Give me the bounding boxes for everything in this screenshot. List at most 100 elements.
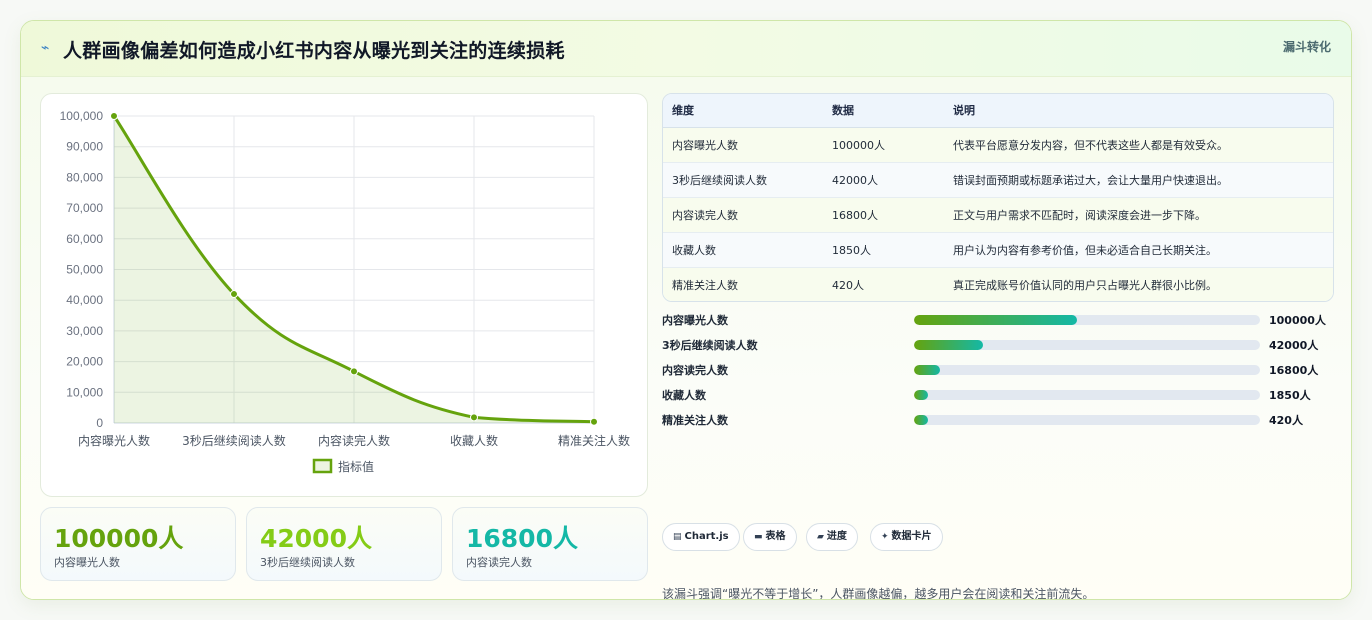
table-cell: 代表平台愿意分发内容，但不代表这些人都是有效受众。 [953, 138, 1228, 152]
table-icon: ▬ [754, 532, 763, 542]
table-cell: 用户认为内容有参考价值，但未必适合自己长期关注。 [953, 243, 1217, 257]
card-header: ⌁ 人群画像偏差如何造成小红书内容从曝光到关注的连续损耗 漏斗转化 [21, 21, 1351, 77]
progress-fill [914, 415, 928, 425]
stat-value: 16800人 [466, 524, 578, 553]
data-point [590, 417, 598, 426]
table-row: 3秒后继续阅读人数 42000人 错误封面预期或标题承诺过大，会让大量用户快速退… [663, 162, 1333, 197]
progress-value: 16800人 [1269, 364, 1319, 377]
progress-row: 收藏人数 1850人 [662, 385, 1334, 405]
line-chart: 0 10,000 20,000 30,000 40,000 50,000 60,000 70,… [60, 109, 630, 474]
stat-label: 内容曝光人数 [54, 556, 120, 569]
data-table: 维度 数据 说明 内容曝光人数 100000人 代表平台愿意分发内容，但不代表这… [662, 93, 1334, 302]
tag-table[interactable]: ▬ 表格 [743, 523, 797, 551]
data-point [470, 413, 478, 422]
progress-value: 1850人 [1269, 389, 1311, 402]
progress-track [914, 415, 1260, 425]
table-cell: 正文与用户需求不匹配时，阅读深度会进一步下降。 [953, 208, 1206, 222]
y-tick-label: 70,000 [66, 201, 103, 215]
table-row: 收藏人数 1850人 用户认为内容有参考价值，但未必适合自己长期关注。 [663, 232, 1333, 267]
progress-value: 420人 [1269, 414, 1303, 427]
y-tick-label: 80,000 [66, 170, 103, 184]
funnel-card: ⌁ 人群画像偏差如何造成小红书内容从曝光到关注的连续损耗 漏斗转化 0 10,00… [20, 20, 1352, 600]
table-row: 精准关注人数 420人 真正完成账号价值认同的用户只占曝光人群很小比例。 [663, 267, 1333, 301]
y-tick-label: 0 [96, 416, 103, 430]
progress-track [914, 340, 1260, 350]
stat-label: 内容读完人数 [466, 556, 532, 569]
progress-label: 收藏人数 [662, 389, 706, 402]
y-tick-label: 30,000 [66, 324, 103, 338]
progress-value: 42000人 [1269, 339, 1319, 352]
stat-card: 16800人 内容读完人数 [452, 507, 648, 581]
y-tick-label: 100,000 [60, 109, 104, 123]
progress-track [914, 365, 1260, 375]
table-row: 内容曝光人数 100000人 代表平台愿意分发内容，但不代表这些人都是有效受众。 [663, 127, 1333, 162]
x-tick-label: 内容曝光人数 [78, 433, 150, 448]
table-cell: 100000人 [832, 138, 885, 152]
progress-value: 100000人 [1269, 314, 1326, 327]
table-cell: 内容读完人数 [672, 208, 738, 222]
progress-row: 精准关注人数 420人 [662, 410, 1334, 430]
tag-label: 表格 [765, 531, 786, 542]
chart-panel: 0 10,000 20,000 30,000 40,000 50,000 60,000 70,… [40, 93, 648, 497]
table-cell: 精准关注人数 [672, 278, 738, 292]
progress-row: 内容读完人数 16800人 [662, 360, 1334, 380]
tag-chartjs[interactable]: ▤ Chart.js [662, 523, 740, 551]
progress-fill [914, 340, 984, 350]
y-tick-label: 60,000 [66, 232, 103, 246]
x-tick-label: 精准关注人数 [558, 433, 630, 448]
legend-swatch [312, 458, 333, 474]
table-cell: 内容曝光人数 [672, 138, 738, 152]
column-header: 说明 [944, 94, 1333, 128]
trend-icon: ⌁ [41, 40, 50, 56]
table-cell: 1850人 [832, 243, 871, 257]
progress-fill [914, 390, 928, 400]
legend-label: 指标值 [338, 459, 374, 474]
y-tick-label: 40,000 [66, 293, 103, 307]
card-body: 0 10,000 20,000 30,000 40,000 50,000 60,000 70,… [21, 77, 1351, 600]
summary-note: 该漏斗强调“曝光不等于增长”，人群画像越偏，越多用户会在阅读和关注前流失。 [662, 587, 1095, 600]
table-cell: 错误封面预期或标题承诺过大，会让大量用户快速退出。 [953, 173, 1228, 187]
table-row: 内容读完人数 16800人 正文与用户需求不匹配时，阅读深度会进一步下降。 [663, 197, 1333, 232]
x-tick-label: 收藏人数 [450, 433, 498, 448]
progress-label: 内容曝光人数 [662, 314, 728, 327]
table-cell: 420人 [832, 278, 864, 292]
data-point [110, 112, 118, 120]
stat-card: 100000人 内容曝光人数 [40, 507, 236, 581]
progress-icon: ▰ [817, 532, 824, 542]
progress-label: 内容读完人数 [662, 364, 728, 377]
y-tick-label: 90,000 [66, 140, 103, 154]
header-tag: 漏斗转化 [1282, 40, 1331, 54]
progress-fill [914, 315, 1077, 325]
y-tick-label: 50,000 [66, 263, 103, 277]
tag-label: 数据卡片 [891, 531, 932, 542]
y-tick-label: 20,000 [66, 355, 103, 369]
table-cell: 真正完成账号价值认同的用户只占曝光人群很小比例。 [953, 278, 1217, 292]
page-title: 人群画像偏差如何造成小红书内容从曝光到关注的连续损耗 [63, 40, 565, 62]
tag-progress[interactable]: ▰ 进度 [806, 523, 858, 551]
tag-data-card[interactable]: ✦ 数据卡片 [870, 523, 943, 551]
tag-label: 进度 [826, 531, 847, 542]
progress-row: 3秒后继续阅读人数 42000人 [662, 335, 1334, 355]
y-tick-label: 10,000 [66, 385, 103, 399]
table-cell: 42000人 [832, 173, 878, 187]
stat-value: 42000人 [260, 524, 372, 553]
progress-track [914, 315, 1260, 325]
stat-label: 3秒后继续阅读人数 [260, 556, 355, 569]
data-point [350, 367, 358, 376]
x-tick-label: 3秒后继续阅读人数 [182, 433, 286, 448]
progress-list: 内容曝光人数 100000人 3秒后继续阅读人数 42000人 内容读完人数 1… [662, 310, 1334, 440]
tag-label: Chart.js [684, 531, 729, 542]
stat-card: 42000人 3秒后继续阅读人数 [246, 507, 442, 581]
stat-value: 100000人 [54, 524, 184, 553]
x-tick-label: 内容读完人数 [318, 433, 390, 448]
sparkle-icon: ✦ [881, 532, 889, 542]
progress-fill [914, 365, 940, 375]
progress-track [914, 390, 1260, 400]
progress-label: 3秒后继续阅读人数 [662, 339, 758, 352]
progress-row: 内容曝光人数 100000人 [662, 310, 1334, 330]
progress-label: 精准关注人数 [662, 414, 728, 427]
column-header: 维度 [663, 94, 823, 128]
table-cell: 3秒后继续阅读人数 [672, 173, 767, 187]
chart-icon: ▤ [673, 532, 682, 542]
data-point [230, 290, 238, 299]
